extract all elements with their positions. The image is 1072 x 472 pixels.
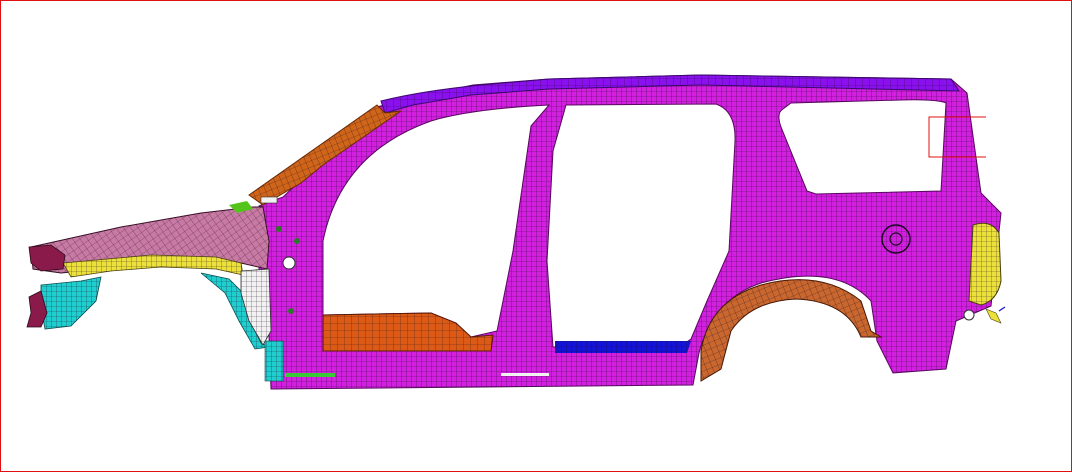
rocker-blue[interactable]: [555, 341, 691, 353]
sill-green-strip: [285, 373, 335, 377]
rear-hole: [963, 309, 975, 321]
graphics-viewport[interactable]: [0, 0, 1072, 472]
hinge-bolt-2: [294, 238, 300, 244]
sill-white-strip: [501, 373, 549, 376]
hinge-bolt-3: [288, 308, 294, 314]
hinge-hole: [282, 256, 296, 270]
rear-wire: [998, 306, 1006, 312]
rear-latch: [985, 308, 1002, 324]
hinge-bolt-1: [276, 226, 282, 232]
taillamp-pocket-mesh: [969, 223, 1001, 305]
hinge-white-patch: [260, 196, 278, 204]
vehicle-mesh-model[interactable]: [1, 1, 1071, 471]
front-fender-assembly[interactable]: [26, 206, 272, 350]
front-sill-mesh: [323, 313, 493, 351]
hinge-lower-mesh: [265, 341, 283, 381]
rocker-blue-mesh: [555, 341, 691, 353]
